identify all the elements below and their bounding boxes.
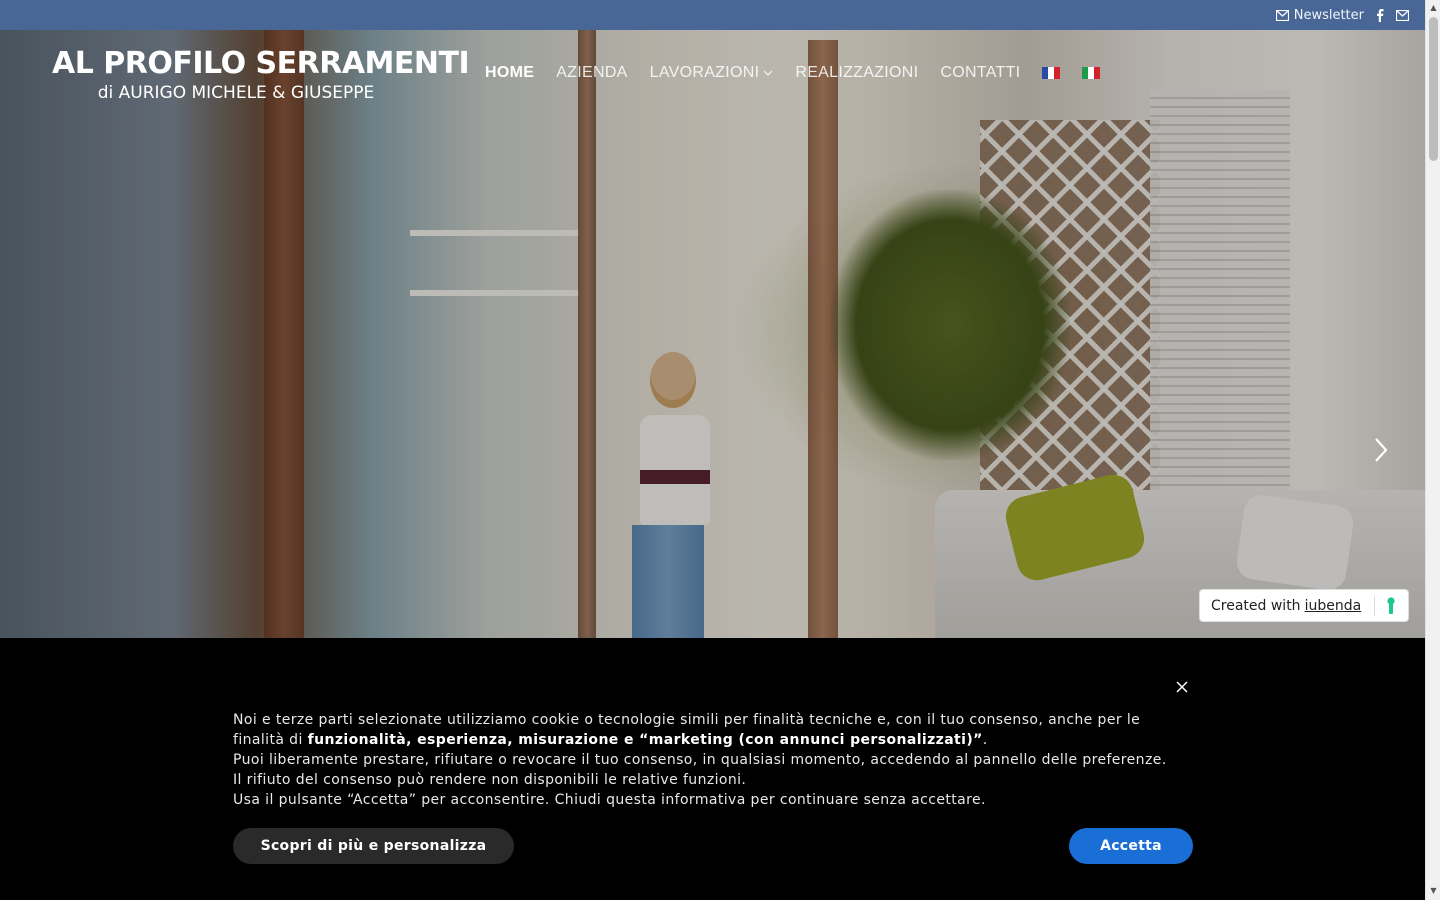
nav-item-realizzazioni[interactable]: REALIZZAZIONI — [795, 64, 918, 82]
newsletter-link[interactable]: Newsletter — [1275, 7, 1364, 23]
nav-item-home[interactable]: HOME — [485, 64, 534, 82]
iubenda-badge[interactable]: Created with iubenda — [1199, 589, 1409, 622]
italian-flag-icon[interactable] — [1082, 67, 1101, 79]
logo-title: AL PROFILO SERRAMENTI — [52, 46, 470, 81]
cookie-text: Noi e terze parti selezionate utilizziam… — [233, 710, 1173, 810]
iubenda-prefix: Created with — [1211, 597, 1301, 614]
cookie-text-bold: funzionalità, esperienza, misurazione e … — [307, 732, 983, 748]
mail-icon — [1275, 9, 1289, 21]
nav-item-contatti[interactable]: CONTATTI — [940, 64, 1020, 82]
hero-slider — [0, 30, 1425, 638]
cookie-text-punct: . — [982, 732, 988, 748]
cookie-banner: Noi e terze parti selezionate utilizziam… — [0, 638, 1425, 900]
scroll-down-icon[interactable]: ▼ — [1429, 886, 1438, 895]
top-bar: Newsletter — [0, 0, 1425, 30]
scrollbar-thumb[interactable] — [1429, 17, 1438, 161]
newsletter-label: Newsletter — [1293, 7, 1364, 23]
logo-subtitle: di AURIGO MICHELE & GIUSEPPE — [97, 83, 375, 103]
cookie-text-line: Puoi liberamente prestare, rifiutare o r… — [233, 752, 1167, 788]
learn-more-button[interactable]: Scopri di più e personalizza — [233, 828, 514, 864]
nav-item-azienda[interactable]: AZIENDA — [556, 64, 627, 82]
iubenda-link: iubenda — [1304, 597, 1362, 614]
facebook-icon[interactable] — [1376, 8, 1384, 22]
site-logo[interactable]: AL PROFILO SERRAMENTI di AURIGO MICHELE … — [52, 46, 470, 104]
iubenda-key-icon — [1387, 597, 1395, 614]
cookie-text-line: Usa il pulsante “Accetta” per acconsenti… — [233, 792, 986, 808]
main-nav: HOME AZIENDA LAVORAZIONI REALIZZAZIONI C… — [485, 64, 1101, 82]
divider — [1374, 596, 1375, 616]
close-icon — [1176, 681, 1188, 693]
hero-overlay — [0, 30, 1425, 638]
slider-next-button[interactable] — [1366, 432, 1396, 468]
french-flag-icon[interactable] — [1042, 67, 1061, 79]
accept-button[interactable]: Accetta — [1069, 828, 1193, 864]
close-button[interactable] — [1175, 679, 1189, 693]
chevron-right-icon — [1375, 438, 1388, 462]
scroll-up-icon[interactable]: ▲ — [1429, 3, 1438, 12]
nav-item-label: LAVORAZIONI — [649, 64, 760, 81]
scrollbar[interactable]: ▲ ▼ — [1425, 0, 1440, 900]
chevron-down-icon — [763, 70, 773, 76]
nav-item-lavorazioni[interactable]: LAVORAZIONI — [650, 64, 774, 82]
email-icon[interactable] — [1396, 9, 1409, 21]
